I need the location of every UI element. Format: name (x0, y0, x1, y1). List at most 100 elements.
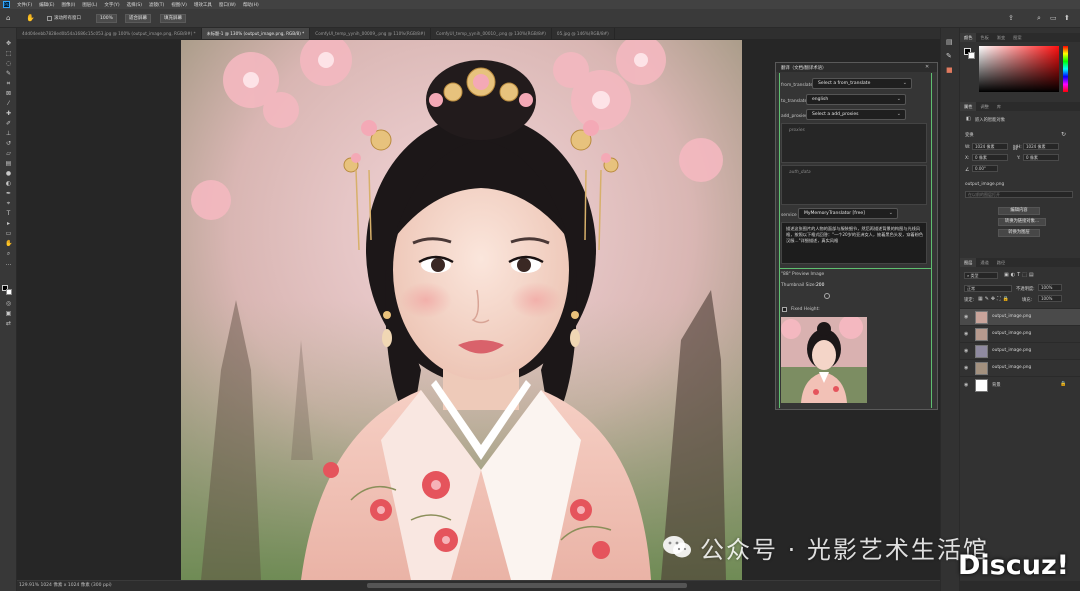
quick-select-tool-icon[interactable]: ✎ (5, 71, 12, 77)
stamp-tool-icon[interactable]: ⊥ (5, 131, 12, 137)
add-proxies-select[interactable]: Select a add_proxies ⌄ (806, 109, 906, 120)
menu-type[interactable]: 文字(Y) (104, 2, 119, 8)
tab-doc-5[interactable]: 05.jpg @ 146%(RGB/8#) (552, 28, 615, 39)
to-translate-select[interactable]: english ⌄ (806, 94, 906, 105)
angle-field[interactable]: 0.00° (972, 165, 998, 172)
edit-contents-button[interactable]: 编辑内容 (998, 207, 1040, 215)
layer-row[interactable]: ◉ output_image.png (960, 342, 1080, 359)
tab-doc-2-active[interactable]: 未标题-1 @ 130% (output_image.png, RGB/8) * (201, 28, 311, 39)
menu-layer[interactable]: 图层(L) (82, 2, 97, 8)
more-tools-icon[interactable]: … (5, 261, 12, 267)
type-tool-icon[interactable]: T (5, 211, 12, 217)
prompt-textarea[interactable]: 描述这张图片的人物的面部与服装细节，然后再描述背景的构图与光线风格，按照以下格式… (781, 222, 927, 264)
adjustment-panel-icon[interactable]: ■ (946, 66, 953, 74)
height-field[interactable]: 1024 像素 (1023, 143, 1059, 150)
thumbnail-size-slider[interactable] (824, 293, 830, 299)
move-tool-icon[interactable]: ✥ (5, 41, 12, 47)
tab-layers[interactable]: 图层 (960, 258, 977, 267)
eye-icon[interactable]: ◉ (964, 382, 970, 388)
workspace-icon[interactable]: ▭ (1050, 14, 1057, 22)
layer-filter-icons[interactable]: ▣◐T⬚▤ (1004, 272, 1036, 278)
convert-linked-button[interactable]: 转换为链接对象... (998, 218, 1046, 226)
brush-panel-icon[interactable]: ✎ (946, 52, 952, 60)
frame-tool-icon[interactable]: ⊠ (5, 91, 12, 97)
tab-color[interactable]: 颜色 (960, 33, 977, 42)
blur-tool-icon[interactable]: ● (5, 171, 12, 177)
background-swatch[interactable] (968, 52, 975, 59)
share-icon[interactable]: ⇪ (1008, 14, 1014, 22)
eyedropper-tool-icon[interactable]: ⁄ (5, 101, 12, 107)
home-icon[interactable]: ⌂ (6, 14, 10, 22)
reset-icon[interactable]: ↻ (1061, 131, 1066, 138)
menu-image[interactable]: 图像(I) (61, 2, 75, 8)
x-field[interactable]: 0 像素 (972, 154, 1008, 161)
brush-tool-icon[interactable]: ✐ (5, 121, 12, 127)
lasso-tool-icon[interactable]: ◌ (5, 61, 12, 67)
edit-toolbar-icon[interactable]: ⇄ (5, 321, 12, 327)
preview-thumbnail[interactable] (781, 317, 867, 403)
dodge-tool-icon[interactable]: ◐ (5, 181, 12, 187)
menu-view[interactable]: 视图(V) (171, 2, 187, 8)
healing-brush-icon[interactable]: ✚ (5, 111, 12, 117)
tab-doc-4[interactable]: ComfyUI_temp_yynih_00010_.png @ 130%(RGB… (431, 28, 552, 39)
layer-row[interactable]: ◉ output_image.png (960, 308, 1080, 325)
history-panel-icon[interactable]: ▤ (946, 38, 953, 46)
tab-channels[interactable]: 通道 (976, 258, 992, 267)
layer-row[interactable]: ◉ 背景 🔒 (960, 376, 1080, 393)
fixed-height-checkbox[interactable] (782, 307, 787, 312)
fill-field[interactable]: 100% (1038, 295, 1062, 302)
pen-tool-icon[interactable]: ✒ (5, 191, 12, 197)
eye-icon[interactable]: ◉ (964, 365, 970, 371)
eye-icon[interactable]: ◉ (964, 348, 970, 354)
menu-help[interactable]: 帮助(H) (243, 2, 259, 8)
zoom-tool-icon[interactable]: ⌕ (5, 251, 12, 257)
convert-layers-button[interactable]: 转换为图层 (998, 229, 1040, 237)
quick-mask-icon[interactable]: ◎ (5, 301, 12, 307)
auth-data-textarea[interactable]: auth_data (781, 165, 927, 205)
path-select-icon[interactable]: ▸ (5, 221, 12, 227)
scroll-all-checkbox[interactable] (47, 16, 52, 21)
menu-file[interactable]: 文件(F) (17, 2, 32, 8)
screen-mode-icon[interactable]: ▣ (5, 311, 12, 317)
eye-icon[interactable]: ◉ (964, 314, 970, 320)
tab-doc-1[interactable]: 4dd04eebb7828ed0b54a1686c15c053.jpg @ 10… (17, 28, 202, 39)
zoom-100-button[interactable]: 100% (96, 14, 117, 23)
service-select[interactable]: MyMemoryTranslator [free] ⌄ (798, 208, 898, 219)
lock-icons[interactable]: ▦✎✥⛶🔒 (978, 296, 1011, 302)
tab-adjustments[interactable]: 调整 (976, 102, 992, 111)
menu-window[interactable]: 窗口(W) (219, 2, 236, 8)
artboard-tool-icon[interactable]: ⬚ (5, 51, 12, 57)
layer-kind-filter[interactable]: ⌕ 类型 (964, 272, 998, 279)
hue-slider[interactable] (1063, 46, 1068, 92)
gradient-tool-icon[interactable]: ▤ (5, 161, 12, 167)
tab-swatches[interactable]: 色板 (976, 33, 992, 42)
layer-row[interactable]: ◉ output_image.png (960, 325, 1080, 342)
menu-edit[interactable]: 编辑(E) (39, 2, 54, 8)
proxies-textarea[interactable]: proxies (781, 123, 927, 163)
tab-properties[interactable]: 属性 (960, 102, 977, 111)
color-field[interactable] (979, 46, 1059, 92)
hand-tool-sidebar-icon[interactable]: ✋ (5, 241, 12, 247)
crop-tool-icon[interactable]: ⌗ (5, 81, 12, 87)
tab-patterns[interactable]: 图案 (1009, 33, 1025, 42)
menu-filter[interactable]: 滤镜(T) (149, 2, 164, 8)
tab-gradients[interactable]: 渐变 (993, 33, 1009, 42)
eye-icon[interactable]: ◉ (964, 331, 970, 337)
translate-node-panel[interactable]: 翻译（文档/翻译术语） ✕ from_translate Select a fr… (775, 62, 938, 410)
opacity-field[interactable]: 100% (1038, 284, 1062, 291)
linked-path-field[interactable]: 在以前的图层打开 (965, 191, 1073, 198)
blend-mode-select[interactable]: 正常 (964, 285, 1012, 292)
fill-screen-button[interactable]: 填充屏幕 (160, 14, 186, 23)
hand-tool-icon[interactable]: ✋ (26, 14, 35, 22)
document-image[interactable] (181, 40, 742, 580)
from-translate-select[interactable]: Select a from_translate ⌄ (812, 78, 912, 89)
rectangle-tool-icon[interactable]: ▭ (5, 231, 12, 237)
history-brush-icon[interactable]: ↺ (5, 141, 12, 147)
layer-row[interactable]: ◉ output_image.png (960, 359, 1080, 376)
search-icon[interactable]: ⌕ (1037, 14, 1041, 23)
node-close-icon[interactable]: ✕ (925, 64, 929, 70)
menu-plugins[interactable]: 增效工具 (194, 2, 212, 8)
fit-screen-button[interactable]: 适合屏幕 (125, 14, 151, 23)
width-field[interactable]: 1024 像素 (972, 143, 1008, 150)
share-upload-icon[interactable]: ⬆ (1064, 14, 1070, 22)
